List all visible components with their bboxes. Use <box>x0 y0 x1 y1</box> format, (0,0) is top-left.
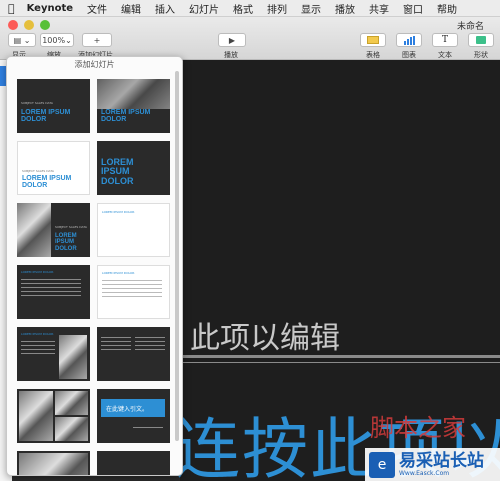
thumb-small-text: LOREM IPSUM DOLOR <box>102 210 135 214</box>
thumb-small-text: LOREM IPSUM DOLOR <box>21 332 54 336</box>
document-title: 未命名 <box>456 22 484 32</box>
play-icon: ▶ <box>228 35 236 45</box>
menu-format[interactable]: 格式 <box>233 1 253 16</box>
shape-button[interactable]: 形状 <box>464 33 498 60</box>
layout-quote[interactable]: 在此键入引文。 <box>97 389 170 443</box>
layout-bullets-light[interactable]: LOREM IPSUM DOLOR <box>97 265 170 319</box>
subtitle-placeholder[interactable]: 此项以编辑 <box>190 313 340 357</box>
menu-view[interactable]: 显示 <box>301 1 321 16</box>
menu-app-name[interactable]: Keynote <box>27 3 73 14</box>
add-slide-button[interactable]: + <box>82 33 112 47</box>
table-icon <box>367 36 379 44</box>
thumb-title: LOREM IPSUM DOLOR <box>101 157 134 186</box>
layout-blank[interactable] <box>97 451 170 475</box>
layout-photo-title[interactable]: SUBJECT SALES DATA LOREM IPSUM DOLOR <box>17 203 90 257</box>
thumb-small-text: LOREM IPSUM DOLOR <box>21 270 54 274</box>
thumb-bullets <box>135 337 165 353</box>
add-slide-popover: 添加幻灯片 SUBJECT SALES DATA LOREM IPSUM DOL… <box>6 56 183 476</box>
layout-title-photo[interactable]: LOREM IPSUM DOLOR <box>97 79 170 133</box>
zoom-window-button[interactable] <box>40 20 50 30</box>
menu-insert[interactable]: 插入 <box>155 1 175 16</box>
table-button[interactable]: 表格 <box>356 33 390 60</box>
shape-label: 形状 <box>474 51 488 59</box>
table-label: 表格 <box>366 51 380 59</box>
thumb-photo <box>55 417 88 441</box>
watermark-site-name: 易采站长站 <box>399 451 484 471</box>
play-label: 播放 <box>224 51 238 59</box>
layout-bullets-dark[interactable]: LOREM IPSUM DOLOR <box>17 265 90 319</box>
text-button[interactable]: T 文本 <box>428 33 462 60</box>
site-logo-icon: e <box>369 451 395 478</box>
view-button[interactable]: ▤ ⌄ <box>8 33 36 47</box>
thumb-title: LOREM IPSUM DOLOR <box>22 175 72 190</box>
zoom-value: 100% <box>42 35 66 45</box>
thumb-photo <box>55 391 88 415</box>
shape-icon <box>476 36 486 44</box>
window-toolbar: 未命名 ▤ ⌄ 显示 100% ⌄ 缩放 + 添加幻灯片 ▶ 播放 表格 图表 <box>0 17 500 60</box>
thumb-title: LOREM IPSUM DOLOR <box>101 109 151 124</box>
layout-two-column[interactable] <box>97 327 170 381</box>
menu-slide[interactable]: 幻灯片 <box>189 1 219 16</box>
thumb-photo <box>59 335 87 379</box>
watermark-logo: e 易采站长站 Www.Easck.Com <box>365 448 500 481</box>
thumb-bullets <box>21 279 81 299</box>
insert-tools: 表格 图表 T 文本 形状 <box>356 33 500 60</box>
thumb-title: LOREM IPSUM DOLOR <box>55 233 77 252</box>
watermark-url: Www.Easck.Com <box>399 470 450 477</box>
thumb-small-text: SUBJECT SALES DATA <box>55 225 87 229</box>
layout-photo-grid[interactable] <box>17 389 90 443</box>
zoom-select[interactable]: 100% ⌄ <box>40 33 74 47</box>
thumb-quote: 在此键入引文。 <box>101 399 165 417</box>
play-button[interactable]: ▶ <box>218 33 246 47</box>
chevron-down-icon: ⌄ <box>65 35 72 45</box>
watermark-text: 脚本之家 <box>370 414 466 442</box>
text-icon: T <box>441 35 448 45</box>
chart-button[interactable]: 图表 <box>392 33 426 60</box>
thumb-photo <box>19 453 88 475</box>
menu-window[interactable]: 窗口 <box>403 1 423 16</box>
menu-share[interactable]: 共享 <box>369 1 389 16</box>
chart-label: 图表 <box>402 51 416 59</box>
layout-photo-full[interactable] <box>17 451 90 475</box>
thumb-attribution <box>133 427 163 431</box>
text-label: 文本 <box>438 51 452 59</box>
layout-title-dark[interactable]: SUBJECT SALES DATA LOREM IPSUM DOLOR <box>17 79 90 133</box>
thumb-bullets <box>21 341 55 357</box>
thumb-small-text: SUBJECT SALES DATA <box>21 101 53 105</box>
layout-title-only[interactable]: LOREM IPSUM DOLOR <box>97 141 170 195</box>
divider-line <box>180 355 500 358</box>
minimize-window-button[interactable] <box>24 20 34 30</box>
thumb-bullets <box>101 337 131 353</box>
layout-bullets-photo[interactable]: LOREM IPSUM DOLOR <box>17 327 90 381</box>
thumb-small-text: LOREM IPSUM DOLOR <box>102 271 135 275</box>
layout-title-light[interactable]: SUBJECT SALES DATA LOREM IPSUM DOLOR <box>17 141 90 195</box>
popover-scrollbar[interactable] <box>175 71 179 441</box>
menu-file[interactable]: 文件 <box>87 1 107 16</box>
menu-arrange[interactable]: 排列 <box>267 1 287 16</box>
menu-edit[interactable]: 编辑 <box>121 1 141 16</box>
thumb-photo <box>97 79 170 109</box>
menu-help[interactable]: 帮助 <box>437 1 457 16</box>
menu-bar:  Keynote 文件 编辑 插入 幻灯片 格式 排列 显示 播放 共享 窗口… <box>0 0 500 17</box>
popover-title: 添加幻灯片 <box>74 60 115 69</box>
thumb-bullets <box>102 280 162 300</box>
sidebar-view-icon: ▤ ⌄ <box>13 35 31 45</box>
thumb-small-text: SUBJECT SALES DATA <box>22 169 54 173</box>
divider-line <box>180 362 500 363</box>
layout-title-top[interactable]: LOREM IPSUM DOLOR <box>97 203 170 257</box>
close-window-button[interactable] <box>8 20 18 30</box>
apple-icon[interactable]:  <box>8 2 15 15</box>
window-controls <box>8 20 50 30</box>
thumb-photo <box>17 203 51 257</box>
thumb-photo <box>19 391 53 441</box>
chart-icon <box>403 35 415 45</box>
plus-icon: + <box>93 35 101 45</box>
thumb-title: LOREM IPSUM DOLOR <box>21 109 71 124</box>
menu-play[interactable]: 播放 <box>335 1 355 16</box>
